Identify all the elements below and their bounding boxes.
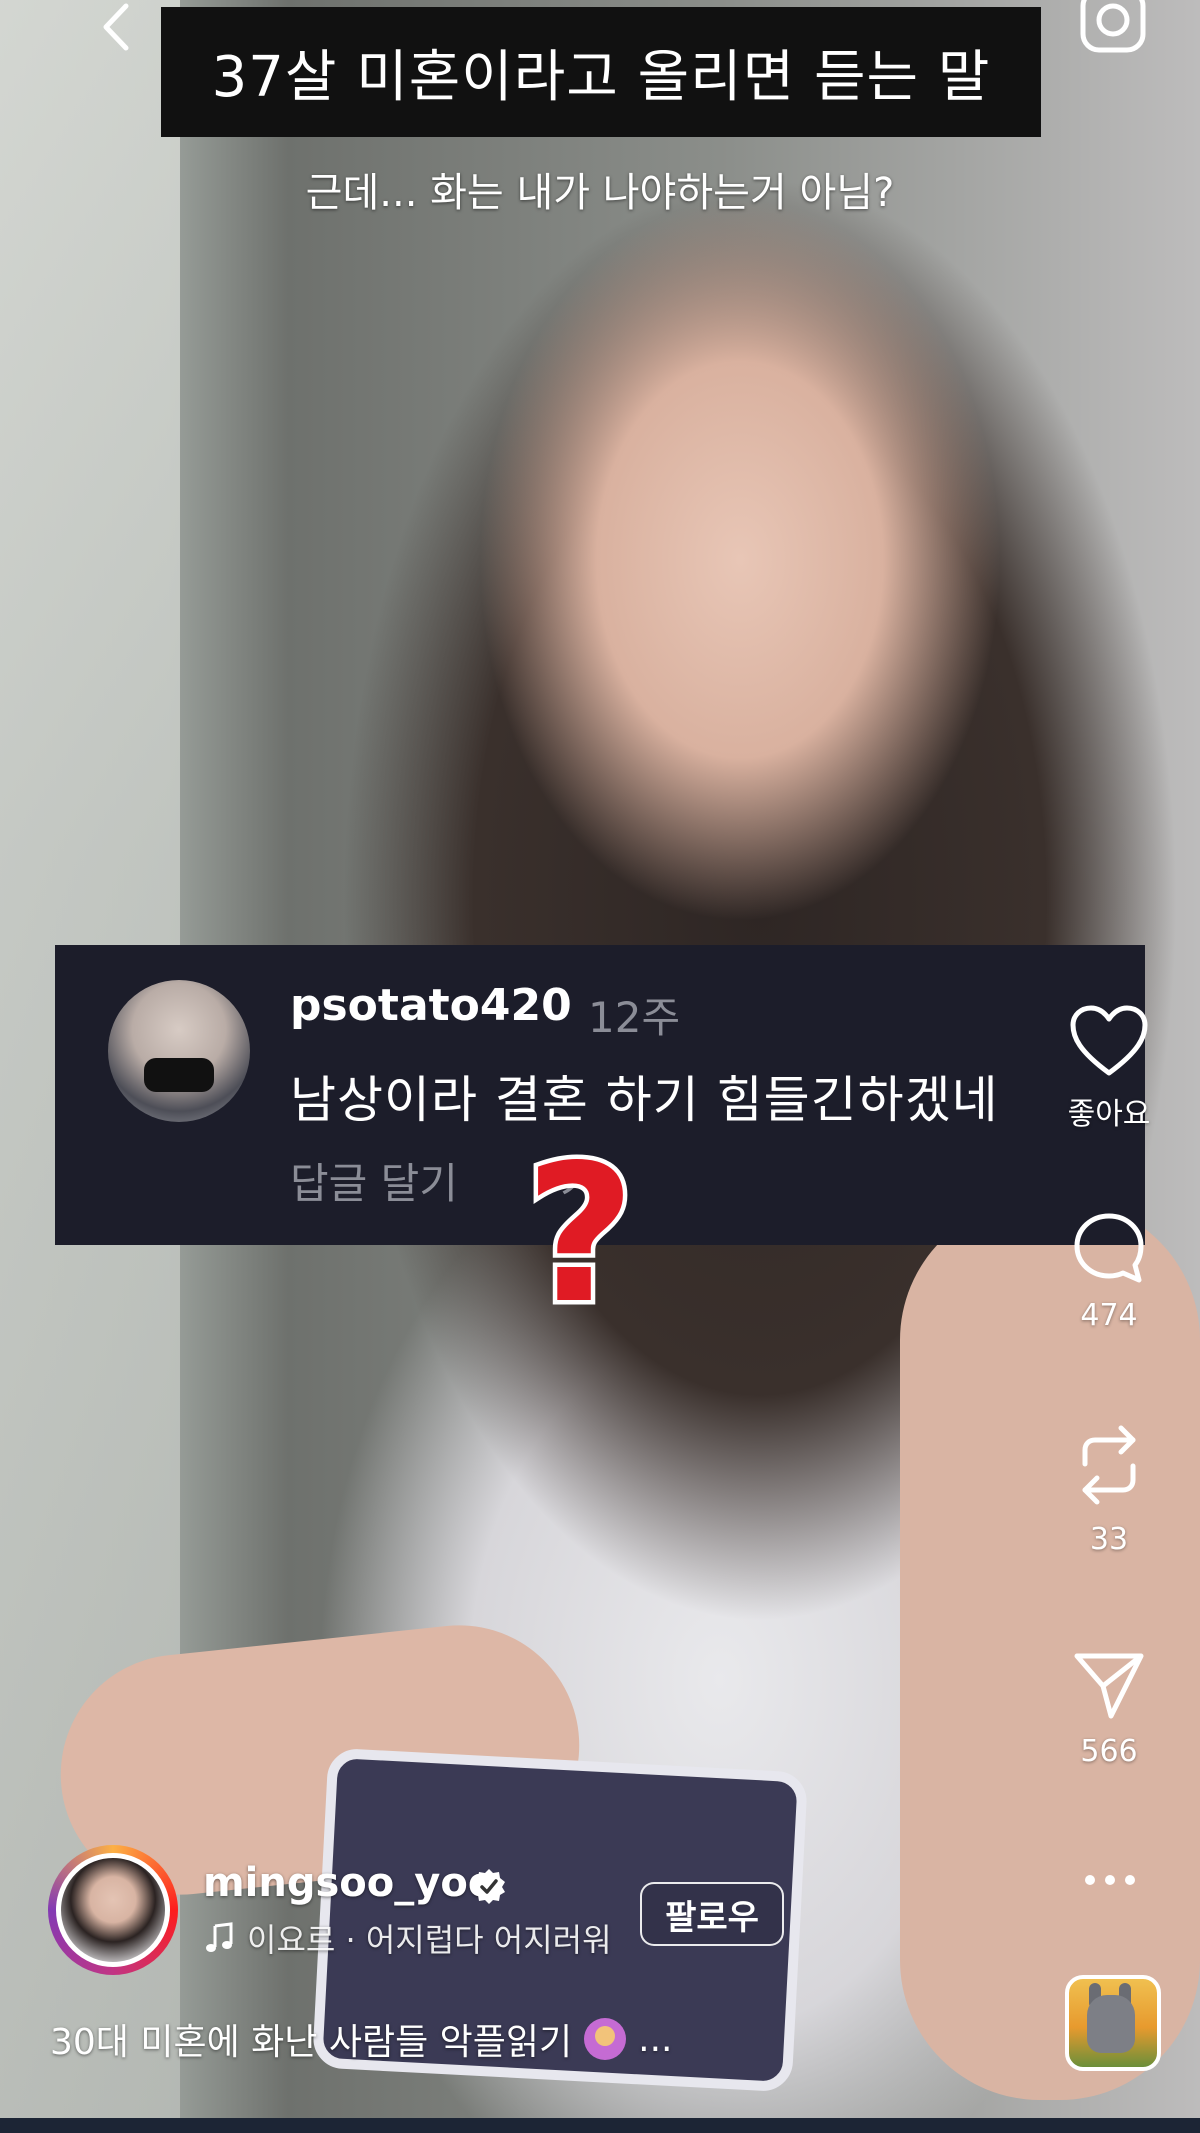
share-count: 566 xyxy=(1080,1734,1138,1769)
like-button[interactable]: 좋아요 xyxy=(1054,1005,1164,1133)
back-chevron-icon[interactable] xyxy=(92,2,142,52)
paper-plane-icon xyxy=(1074,1653,1144,1719)
post-caption[interactable]: 30대 미혼에 화난 사람들 악플읽기 ... xyxy=(50,2013,673,2065)
author-username[interactable]: mingsoo_yoo xyxy=(203,1860,495,1906)
like-label: 좋아요 xyxy=(1067,1097,1151,1132)
video-title: 37살 미혼이라고 올리면 듣는 말 xyxy=(211,44,991,110)
comment-button[interactable]: 474 xyxy=(1054,1210,1164,1333)
music-note-icon xyxy=(206,1922,233,1952)
caption-more: ... xyxy=(638,2018,673,2060)
more-dots-icon[interactable] xyxy=(1078,1865,1142,1895)
video-title-banner: 37살 미혼이라고 올리면 듣는 말 xyxy=(161,7,1041,137)
question-mark-sticker: ? xyxy=(520,1124,639,1345)
music-title: 이요르 · 어지럽다 어지러워 xyxy=(247,1921,612,1959)
comment-avatar xyxy=(108,980,250,1122)
comment-reply-link: 답글 달기 xyxy=(290,1159,458,1208)
heart-icon xyxy=(1070,1005,1148,1076)
audio-thumbnail[interactable] xyxy=(1065,1975,1161,2071)
music-info[interactable]: 이요르 · 어지럽다 어지러워 xyxy=(203,1915,612,1961)
repost-count: 33 xyxy=(1089,1522,1129,1557)
bottom-edge xyxy=(0,2118,1200,2133)
caption-text: 30대 미혼에 화난 사람들 악플읽기 xyxy=(50,2022,573,2063)
comment-username: psotato420 xyxy=(290,980,572,1031)
camera-icon[interactable] xyxy=(1078,0,1148,56)
follow-button[interactable]: 팔로우 xyxy=(640,1882,784,1946)
comment-time: 12주 xyxy=(588,993,681,1042)
repost-button[interactable]: 33 xyxy=(1054,1420,1164,1557)
comment-count: 474 xyxy=(1080,1298,1138,1333)
video-subtitle: 근데... 화는 내가 나야하는거 아님? xyxy=(305,170,895,216)
verified-badge-icon xyxy=(470,1867,508,1905)
author-avatar[interactable] xyxy=(56,1853,170,1967)
repost-icon xyxy=(1082,1425,1136,1505)
share-button[interactable]: 566 xyxy=(1054,1650,1164,1769)
comment-bubble-icon xyxy=(1074,1213,1144,1283)
shrug-emoji-icon xyxy=(584,2018,627,2060)
comment-text: 남상이라 결혼 하기 힘들긴하겠네 xyxy=(290,1071,999,1129)
